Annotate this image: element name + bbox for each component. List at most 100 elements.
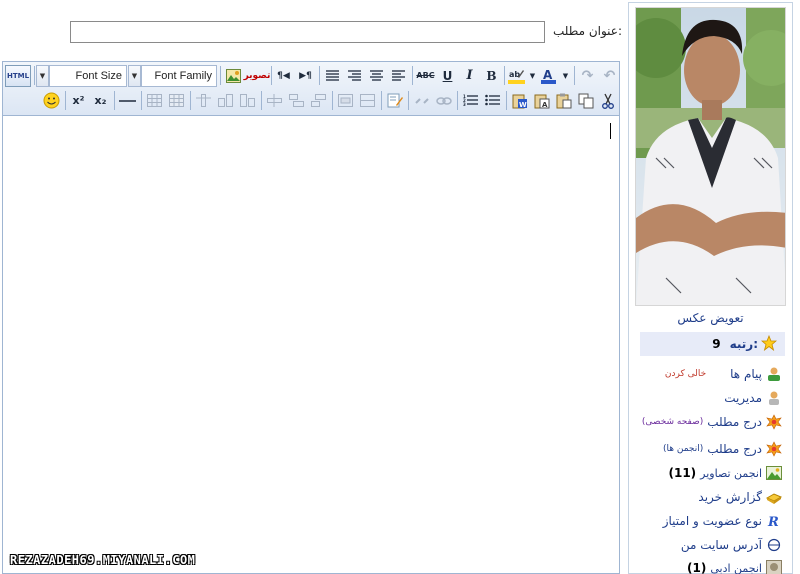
- font-family-dropdown[interactable]: Font Family: [141, 65, 217, 87]
- literary-forum-link[interactable]: انجمن ادبی: [710, 562, 762, 574]
- site-address-item: آدرس سایت من: [681, 535, 782, 555]
- svg-text:R: R: [767, 515, 779, 529]
- insert-picture-icon[interactable]: [223, 65, 244, 86]
- cart-icon: [766, 489, 782, 505]
- post-title-label: عنوان مطلب:: [552, 24, 622, 38]
- subscript-button[interactable]: x₂: [90, 90, 111, 111]
- management-link[interactable]: مدیریت: [724, 391, 762, 405]
- html-mode-button[interactable]: HTML: [5, 65, 31, 87]
- photo-forum-item: (11) انجمن تصاویر: [668, 463, 782, 483]
- align-center-icon[interactable]: [366, 65, 387, 86]
- toolbar-separator: [574, 66, 575, 85]
- bold-button[interactable]: B: [481, 65, 502, 86]
- paste-icon[interactable]: [553, 90, 574, 111]
- superscript-button[interactable]: x²: [68, 90, 89, 111]
- paste-text-icon[interactable]: A: [531, 90, 552, 111]
- copy-icon[interactable]: [575, 90, 596, 111]
- svg-text:A: A: [543, 68, 553, 82]
- rank-label: رتبه:: [729, 337, 758, 351]
- highlight-dropdown-icon[interactable]: ▼: [527, 65, 538, 86]
- edit-document-icon[interactable]: [384, 90, 405, 111]
- insert-table-icon[interactable]: [144, 90, 165, 111]
- image-button[interactable]: تصویر: [244, 65, 271, 86]
- rtl-icon[interactable]: ▶¶: [295, 65, 316, 86]
- split-cells-icon[interactable]: [357, 90, 378, 111]
- messages-link[interactable]: پیام ها: [730, 367, 762, 381]
- justify-icon[interactable]: [322, 65, 343, 86]
- change-photo-link[interactable]: تعویض عکس: [629, 311, 792, 325]
- link-icon[interactable]: [433, 90, 454, 111]
- profile-photo: [635, 7, 786, 306]
- toolbar-separator: [332, 91, 333, 110]
- italic-button[interactable]: I: [459, 65, 480, 86]
- insert-row-below-icon[interactable]: [286, 90, 307, 111]
- toolbar-separator: [381, 91, 382, 110]
- post-personal-item: (صفحه شخصی) درج مطلب: [642, 412, 782, 432]
- svg-text:W: W: [519, 101, 527, 109]
- ltr-icon[interactable]: ¶◀: [273, 65, 294, 86]
- toolbar-row-2: x² x₂ 1 2 3 W A: [3, 89, 619, 113]
- align-right-icon[interactable]: [344, 65, 365, 86]
- font-color-icon[interactable]: A: [538, 65, 559, 86]
- svg-text:A: A: [542, 101, 548, 109]
- strikethrough-button[interactable]: ABC: [415, 65, 436, 86]
- photo-gallery-icon: [766, 465, 782, 481]
- toolbar-separator: [319, 66, 320, 85]
- text-caret: [610, 123, 611, 139]
- insert-column-left-icon[interactable]: [215, 90, 236, 111]
- bullet-list-icon[interactable]: [482, 90, 503, 111]
- font-family-dropdown-arrow[interactable]: ▼: [128, 65, 141, 87]
- membership-item: نوع عضویت و امتیاز R: [663, 511, 782, 531]
- undo-icon[interactable]: ↶: [599, 65, 620, 86]
- toolbar-separator: [271, 66, 272, 85]
- font-color-dropdown-icon[interactable]: ▼: [560, 65, 571, 86]
- merge-cells-icon[interactable]: [335, 90, 356, 111]
- insert-column-right-icon[interactable]: [237, 90, 258, 111]
- toolbar-separator: [408, 91, 409, 110]
- toolbar-separator: [412, 66, 413, 85]
- insert-row-above-icon[interactable]: [308, 90, 329, 111]
- purchase-report-link[interactable]: گزارش خرید: [698, 490, 762, 504]
- purchase-report-item: گزارش خرید: [698, 487, 782, 507]
- rank-value: 9: [712, 337, 721, 351]
- horizontal-rule-icon[interactable]: [117, 90, 138, 111]
- svg-text:3: 3: [463, 102, 466, 107]
- post-forums-item: (انجمن ها) درج مطلب: [663, 439, 782, 459]
- clear-messages-link[interactable]: خالی کردن: [665, 369, 706, 379]
- table-properties-icon[interactable]: [166, 90, 187, 111]
- globe-icon: [766, 537, 782, 553]
- literary-forum-item: (1) انجمن ادبی: [687, 558, 782, 574]
- post-personal-sub: (صفحه شخصی): [641, 417, 704, 427]
- toolbar-separator: [190, 91, 191, 110]
- underline-button[interactable]: U: [437, 65, 458, 86]
- insert-column-icon[interactable]: [193, 90, 214, 111]
- insert-row-icon[interactable]: [264, 90, 285, 111]
- align-left-icon[interactable]: [388, 65, 409, 86]
- numbered-list-icon[interactable]: 123: [460, 90, 481, 111]
- rank-box: 9 رتبه:: [640, 332, 785, 356]
- site-address-link[interactable]: آدرس سایت من: [681, 538, 762, 552]
- membership-icon: R: [766, 513, 782, 529]
- font-size-dropdown-arrow[interactable]: ▼: [36, 65, 49, 87]
- post-forums-link[interactable]: درج مطلب: [707, 442, 762, 456]
- photo-forum-link[interactable]: انجمن تصاویر: [700, 467, 762, 480]
- messages-item: خالی کردن پیام ها: [665, 364, 782, 384]
- toolbar-separator: [506, 91, 507, 110]
- new-post-icon: [766, 414, 782, 430]
- toolbar-row-1: HTML ▼ Font Size ▼ Font Family تصویر ¶◀ …: [3, 64, 619, 88]
- photo-forum-count: (11): [668, 466, 697, 480]
- emoticon-icon[interactable]: [41, 90, 62, 111]
- redo-icon[interactable]: ↷: [577, 65, 598, 86]
- font-size-dropdown[interactable]: Font Size: [49, 65, 127, 87]
- user-sidebar: تعویض عکس 9 رتبه: خالی کردن پیام ها مدیر…: [628, 2, 793, 574]
- editor-content-area[interactable]: [3, 117, 619, 573]
- toolbar-separator: [220, 66, 221, 85]
- membership-link[interactable]: نوع عضویت و امتیاز: [663, 514, 762, 528]
- post-title-input[interactable]: [70, 21, 545, 43]
- highlight-color-icon[interactable]: ab: [506, 65, 527, 86]
- editor-toolbar: HTML ▼ Font Size ▼ Font Family تصویر ¶◀ …: [3, 62, 619, 116]
- paste-from-word-icon[interactable]: W: [509, 90, 530, 111]
- post-personal-link[interactable]: درج مطلب: [707, 415, 762, 429]
- unlink-icon[interactable]: [411, 90, 432, 111]
- cut-icon[interactable]: [597, 90, 618, 111]
